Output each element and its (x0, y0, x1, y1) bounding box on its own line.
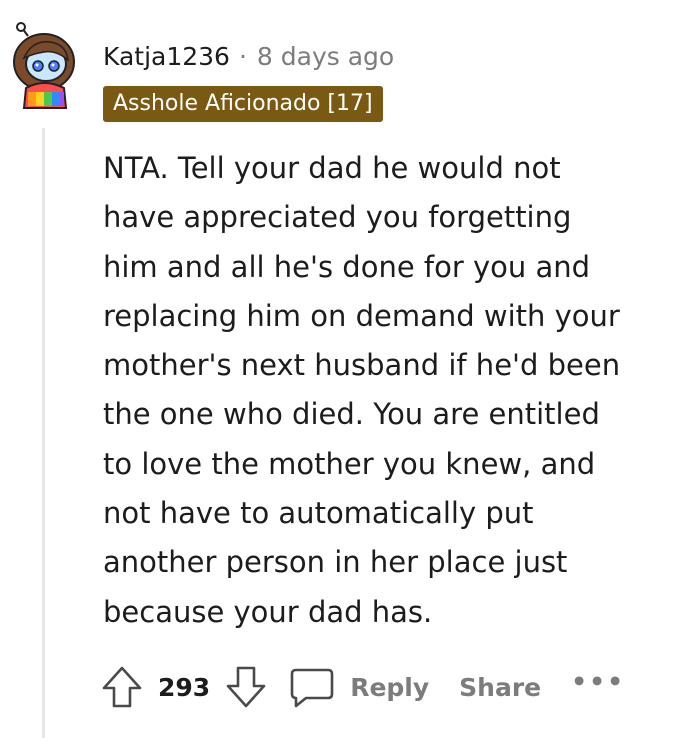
reply-button[interactable]: Reply (350, 673, 429, 702)
comment-body: NTA. Tell your dad he would not have app… (103, 144, 693, 637)
user-flair: Asshole Aficionado [17] (103, 86, 383, 122)
comment-body-line: mother's next husband if he'd been (103, 348, 621, 383)
comment-body-line: the one who died. You are entitled (103, 397, 600, 432)
comment-body-line: to love the mother you knew, and (103, 446, 596, 481)
comment-actions: 293 Reply Share ••• (100, 662, 625, 712)
comment-body-line: have appreciated you forgetting (103, 200, 572, 235)
username[interactable]: Katja1236 (103, 42, 230, 71)
share-button[interactable]: Share (459, 673, 541, 702)
arrow-up-icon[interactable] (100, 664, 144, 710)
comment-body-line: not have to automatically put (103, 496, 534, 531)
comment-body-line: NTA. Tell your dad he would not (103, 151, 561, 185)
timestamp[interactable]: 8 days ago (257, 42, 394, 71)
comment-body-line: him and all he's done for you and (103, 249, 591, 284)
thread-line[interactable] (42, 128, 45, 738)
vote-score: 293 (158, 672, 211, 702)
separator-dot: · (238, 41, 247, 71)
avatar[interactable] (10, 22, 82, 110)
comment-body-line: another person in her place just (103, 545, 568, 580)
comment-body-line: replacing him on demand with your (103, 298, 620, 333)
more-options-icon[interactable]: ••• (571, 667, 625, 696)
comment-body-line: because your dad has. (103, 594, 433, 629)
arrow-down-icon[interactable] (224, 664, 268, 710)
comment-header: Katja1236 · 8 days ago (103, 36, 394, 76)
speech-bubble-icon[interactable] (288, 664, 336, 710)
